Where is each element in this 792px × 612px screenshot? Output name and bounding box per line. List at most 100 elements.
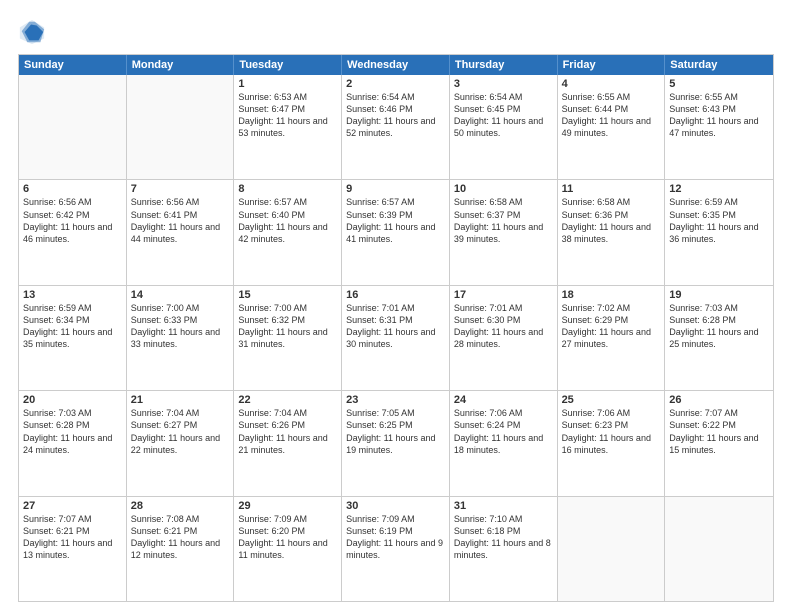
calendar-cell: 10Sunrise: 6:58 AM Sunset: 6:37 PM Dayli… [450,180,558,284]
day-number: 18 [562,289,661,301]
cell-info: Sunrise: 6:55 AM Sunset: 6:44 PM Dayligh… [562,91,661,140]
calendar-cell [19,75,127,179]
cell-info: Sunrise: 6:59 AM Sunset: 6:34 PM Dayligh… [23,302,122,351]
calendar-cell [127,75,235,179]
weekday-header: Tuesday [234,55,342,75]
calendar-header: SundayMondayTuesdayWednesdayThursdayFrid… [19,55,773,75]
cell-info: Sunrise: 7:03 AM Sunset: 6:28 PM Dayligh… [669,302,769,351]
cell-info: Sunrise: 6:57 AM Sunset: 6:40 PM Dayligh… [238,196,337,245]
cell-info: Sunrise: 7:10 AM Sunset: 6:18 PM Dayligh… [454,513,553,562]
calendar-cell: 28Sunrise: 7:08 AM Sunset: 6:21 PM Dayli… [127,497,235,601]
cell-info: Sunrise: 6:58 AM Sunset: 6:37 PM Dayligh… [454,196,553,245]
calendar-cell: 24Sunrise: 7:06 AM Sunset: 6:24 PM Dayli… [450,391,558,495]
cell-info: Sunrise: 7:05 AM Sunset: 6:25 PM Dayligh… [346,407,445,456]
calendar-cell: 3Sunrise: 6:54 AM Sunset: 6:45 PM Daylig… [450,75,558,179]
calendar-cell: 12Sunrise: 6:59 AM Sunset: 6:35 PM Dayli… [665,180,773,284]
calendar-cell: 5Sunrise: 6:55 AM Sunset: 6:43 PM Daylig… [665,75,773,179]
day-number: 29 [238,500,337,512]
cell-info: Sunrise: 7:04 AM Sunset: 6:27 PM Dayligh… [131,407,230,456]
day-number: 14 [131,289,230,301]
calendar-cell: 20Sunrise: 7:03 AM Sunset: 6:28 PM Dayli… [19,391,127,495]
day-number: 24 [454,394,553,406]
day-number: 30 [346,500,445,512]
calendar-row: 20Sunrise: 7:03 AM Sunset: 6:28 PM Dayli… [19,391,773,496]
logo-icon [18,18,46,46]
cell-info: Sunrise: 7:09 AM Sunset: 6:19 PM Dayligh… [346,513,445,562]
calendar-cell: 7Sunrise: 6:56 AM Sunset: 6:41 PM Daylig… [127,180,235,284]
day-number: 27 [23,500,122,512]
calendar-cell: 18Sunrise: 7:02 AM Sunset: 6:29 PM Dayli… [558,286,666,390]
cell-info: Sunrise: 6:56 AM Sunset: 6:41 PM Dayligh… [131,196,230,245]
calendar-cell: 6Sunrise: 6:56 AM Sunset: 6:42 PM Daylig… [19,180,127,284]
calendar-cell: 13Sunrise: 6:59 AM Sunset: 6:34 PM Dayli… [19,286,127,390]
cell-info: Sunrise: 7:06 AM Sunset: 6:23 PM Dayligh… [562,407,661,456]
calendar-row: 6Sunrise: 6:56 AM Sunset: 6:42 PM Daylig… [19,180,773,285]
cell-info: Sunrise: 7:02 AM Sunset: 6:29 PM Dayligh… [562,302,661,351]
day-number: 28 [131,500,230,512]
cell-info: Sunrise: 7:01 AM Sunset: 6:31 PM Dayligh… [346,302,445,351]
day-number: 2 [346,78,445,90]
page: SundayMondayTuesdayWednesdayThursdayFrid… [0,0,792,612]
calendar-cell: 16Sunrise: 7:01 AM Sunset: 6:31 PM Dayli… [342,286,450,390]
day-number: 8 [238,183,337,195]
day-number: 1 [238,78,337,90]
calendar-cell: 30Sunrise: 7:09 AM Sunset: 6:19 PM Dayli… [342,497,450,601]
cell-info: Sunrise: 7:01 AM Sunset: 6:30 PM Dayligh… [454,302,553,351]
cell-info: Sunrise: 6:57 AM Sunset: 6:39 PM Dayligh… [346,196,445,245]
calendar-cell [665,497,773,601]
calendar-cell [558,497,666,601]
cell-info: Sunrise: 6:58 AM Sunset: 6:36 PM Dayligh… [562,196,661,245]
day-number: 31 [454,500,553,512]
weekday-header: Saturday [665,55,773,75]
calendar-cell: 22Sunrise: 7:04 AM Sunset: 6:26 PM Dayli… [234,391,342,495]
cell-info: Sunrise: 7:08 AM Sunset: 6:21 PM Dayligh… [131,513,230,562]
calendar: SundayMondayTuesdayWednesdayThursdayFrid… [18,54,774,602]
header [18,18,774,46]
day-number: 10 [454,183,553,195]
cell-info: Sunrise: 6:59 AM Sunset: 6:35 PM Dayligh… [669,196,769,245]
calendar-cell: 14Sunrise: 7:00 AM Sunset: 6:33 PM Dayli… [127,286,235,390]
cell-info: Sunrise: 7:06 AM Sunset: 6:24 PM Dayligh… [454,407,553,456]
calendar-body: 1Sunrise: 6:53 AM Sunset: 6:47 PM Daylig… [19,75,773,601]
calendar-cell: 31Sunrise: 7:10 AM Sunset: 6:18 PM Dayli… [450,497,558,601]
day-number: 26 [669,394,769,406]
day-number: 22 [238,394,337,406]
day-number: 23 [346,394,445,406]
calendar-cell: 29Sunrise: 7:09 AM Sunset: 6:20 PM Dayli… [234,497,342,601]
calendar-cell: 25Sunrise: 7:06 AM Sunset: 6:23 PM Dayli… [558,391,666,495]
calendar-cell: 4Sunrise: 6:55 AM Sunset: 6:44 PM Daylig… [558,75,666,179]
cell-info: Sunrise: 6:56 AM Sunset: 6:42 PM Dayligh… [23,196,122,245]
calendar-cell: 11Sunrise: 6:58 AM Sunset: 6:36 PM Dayli… [558,180,666,284]
day-number: 16 [346,289,445,301]
cell-info: Sunrise: 7:00 AM Sunset: 6:32 PM Dayligh… [238,302,337,351]
calendar-cell: 2Sunrise: 6:54 AM Sunset: 6:46 PM Daylig… [342,75,450,179]
day-number: 25 [562,394,661,406]
cell-info: Sunrise: 6:55 AM Sunset: 6:43 PM Dayligh… [669,91,769,140]
weekday-header: Wednesday [342,55,450,75]
day-number: 15 [238,289,337,301]
cell-info: Sunrise: 7:07 AM Sunset: 6:21 PM Dayligh… [23,513,122,562]
cell-info: Sunrise: 7:03 AM Sunset: 6:28 PM Dayligh… [23,407,122,456]
day-number: 6 [23,183,122,195]
cell-info: Sunrise: 7:00 AM Sunset: 6:33 PM Dayligh… [131,302,230,351]
calendar-cell: 17Sunrise: 7:01 AM Sunset: 6:30 PM Dayli… [450,286,558,390]
day-number: 7 [131,183,230,195]
calendar-cell: 21Sunrise: 7:04 AM Sunset: 6:27 PM Dayli… [127,391,235,495]
day-number: 21 [131,394,230,406]
weekday-header: Friday [558,55,666,75]
cell-info: Sunrise: 6:54 AM Sunset: 6:45 PM Dayligh… [454,91,553,140]
calendar-cell: 19Sunrise: 7:03 AM Sunset: 6:28 PM Dayli… [665,286,773,390]
cell-info: Sunrise: 7:07 AM Sunset: 6:22 PM Dayligh… [669,407,769,456]
day-number: 4 [562,78,661,90]
calendar-cell: 8Sunrise: 6:57 AM Sunset: 6:40 PM Daylig… [234,180,342,284]
day-number: 9 [346,183,445,195]
cell-info: Sunrise: 7:04 AM Sunset: 6:26 PM Dayligh… [238,407,337,456]
day-number: 19 [669,289,769,301]
cell-info: Sunrise: 7:09 AM Sunset: 6:20 PM Dayligh… [238,513,337,562]
calendar-row: 13Sunrise: 6:59 AM Sunset: 6:34 PM Dayli… [19,286,773,391]
day-number: 3 [454,78,553,90]
calendar-cell: 1Sunrise: 6:53 AM Sunset: 6:47 PM Daylig… [234,75,342,179]
calendar-cell: 15Sunrise: 7:00 AM Sunset: 6:32 PM Dayli… [234,286,342,390]
day-number: 12 [669,183,769,195]
weekday-header: Monday [127,55,235,75]
